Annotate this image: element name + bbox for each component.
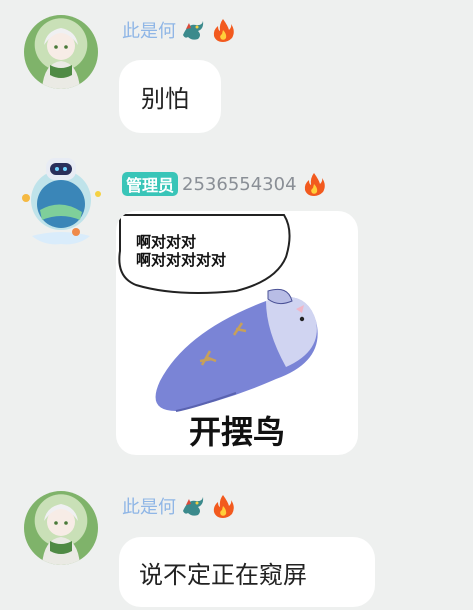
chat-message-2: 管理员 2536554304 啊对对对 啊对对对对对 开摆鸟 <box>0 150 473 470</box>
sender-row: 此是何 <box>122 492 236 520</box>
fire-icon <box>210 493 236 519</box>
sticker-image[interactable]: 啊对对对 啊对对对对对 开摆鸟 <box>116 211 358 455</box>
chat-message-3: 此是何 说不定正在窥屏 <box>0 478 473 610</box>
sticker-speech: 啊对对对 啊对对对对对 <box>136 233 226 269</box>
avatar[interactable] <box>18 154 104 248</box>
dragon-icon <box>180 493 206 519</box>
sender-id[interactable]: 2536554304 <box>182 174 297 195</box>
message-text: 说不定正在窥屏 <box>139 560 307 589</box>
message-text: 别怕 <box>141 85 189 113</box>
speech-line: 啊对对对 <box>136 233 197 251</box>
sender-name[interactable]: 此是何 <box>122 493 176 519</box>
message-bubble[interactable]: 说不定正在窥屏 <box>119 537 375 607</box>
fire-icon <box>210 17 236 43</box>
admin-badge: 管理员 <box>122 172 179 196</box>
sender-name[interactable]: 此是何 <box>122 17 176 43</box>
dragon-icon <box>180 17 206 43</box>
chat-message-1: 此是何 别怕 <box>0 0 473 140</box>
sender-row: 管理员 2536554304 <box>122 170 327 198</box>
sender-row: 此是何 <box>122 16 236 44</box>
fire-icon <box>301 171 327 197</box>
speech-line: 啊对对对对对 <box>136 251 227 269</box>
sticker-caption: 开摆鸟 <box>188 413 285 451</box>
message-bubble[interactable]: 别怕 <box>119 60 221 133</box>
avatar[interactable] <box>24 15 98 89</box>
avatar[interactable] <box>24 491 98 565</box>
